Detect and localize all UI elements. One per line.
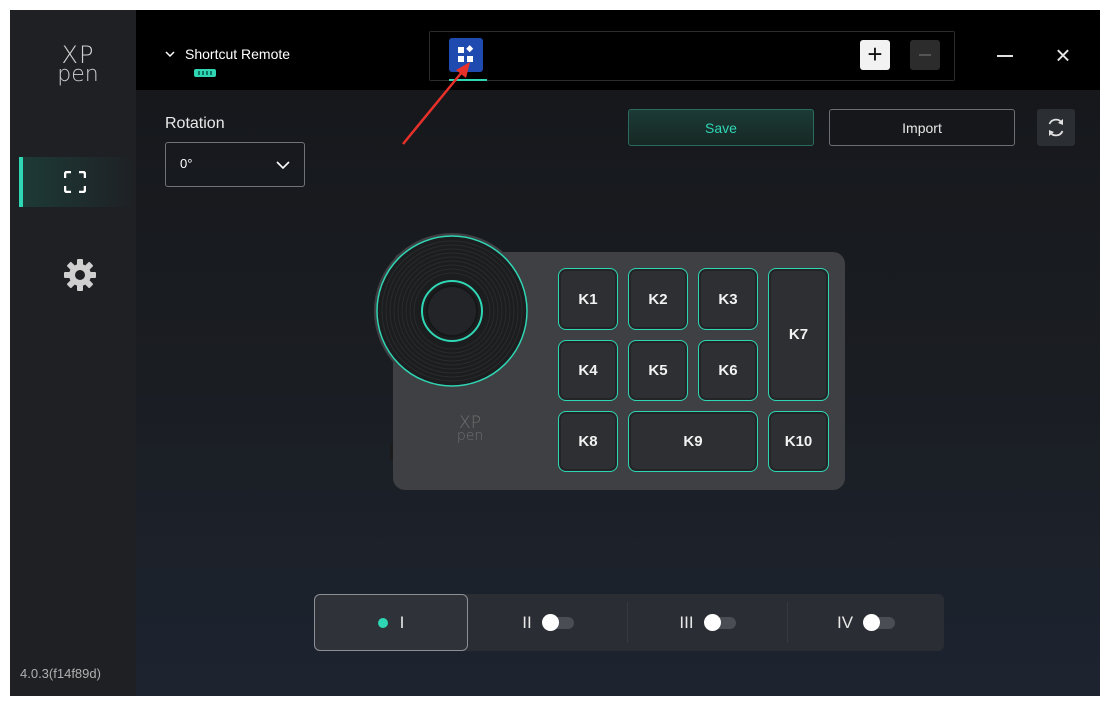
save-button[interactable]: Save [628, 109, 814, 146]
key-k3[interactable]: K3 [698, 268, 758, 330]
active-dot-icon [377, 617, 388, 628]
key-k6[interactable]: K6 [698, 340, 758, 401]
mode-tab-3[interactable]: III [628, 594, 787, 651]
key-k10[interactable]: K10 [768, 411, 829, 472]
rotation-value: 0° [180, 156, 193, 171]
mode-tab-1[interactable]: I [314, 594, 468, 651]
key-k8[interactable]: K8 [558, 411, 618, 472]
dial-knob[interactable] [373, 232, 531, 390]
mode-toggle[interactable] [703, 613, 736, 631]
rotation-label: Rotation [165, 115, 225, 132]
mode-tab-4[interactable]: IV [788, 594, 944, 651]
refresh-icon [1048, 118, 1064, 137]
key-k7[interactable]: K7 [768, 268, 829, 401]
mode-label: II [522, 612, 532, 632]
mode-toggle[interactable] [541, 613, 574, 631]
mode-label: IV [836, 612, 854, 632]
mode-label: III [679, 612, 694, 632]
key-k4[interactable]: K4 [558, 340, 618, 401]
key-k9[interactable]: K9 [628, 411, 758, 472]
mode-toggle[interactable] [863, 613, 896, 631]
key-k2[interactable]: K2 [628, 268, 688, 330]
chevron-down-icon [276, 161, 290, 170]
rotation-select[interactable]: 0° [165, 142, 305, 187]
refresh-button[interactable] [1037, 109, 1075, 146]
device-edge-mark [390, 443, 393, 460]
mode-tab-2[interactable]: II [469, 594, 627, 651]
key-k1[interactable]: K1 [558, 268, 618, 330]
key-k5[interactable]: K5 [628, 340, 688, 401]
mode-label: I [399, 612, 405, 632]
import-button[interactable]: Import [829, 109, 1015, 146]
device-logo: XP pen [456, 413, 484, 444]
